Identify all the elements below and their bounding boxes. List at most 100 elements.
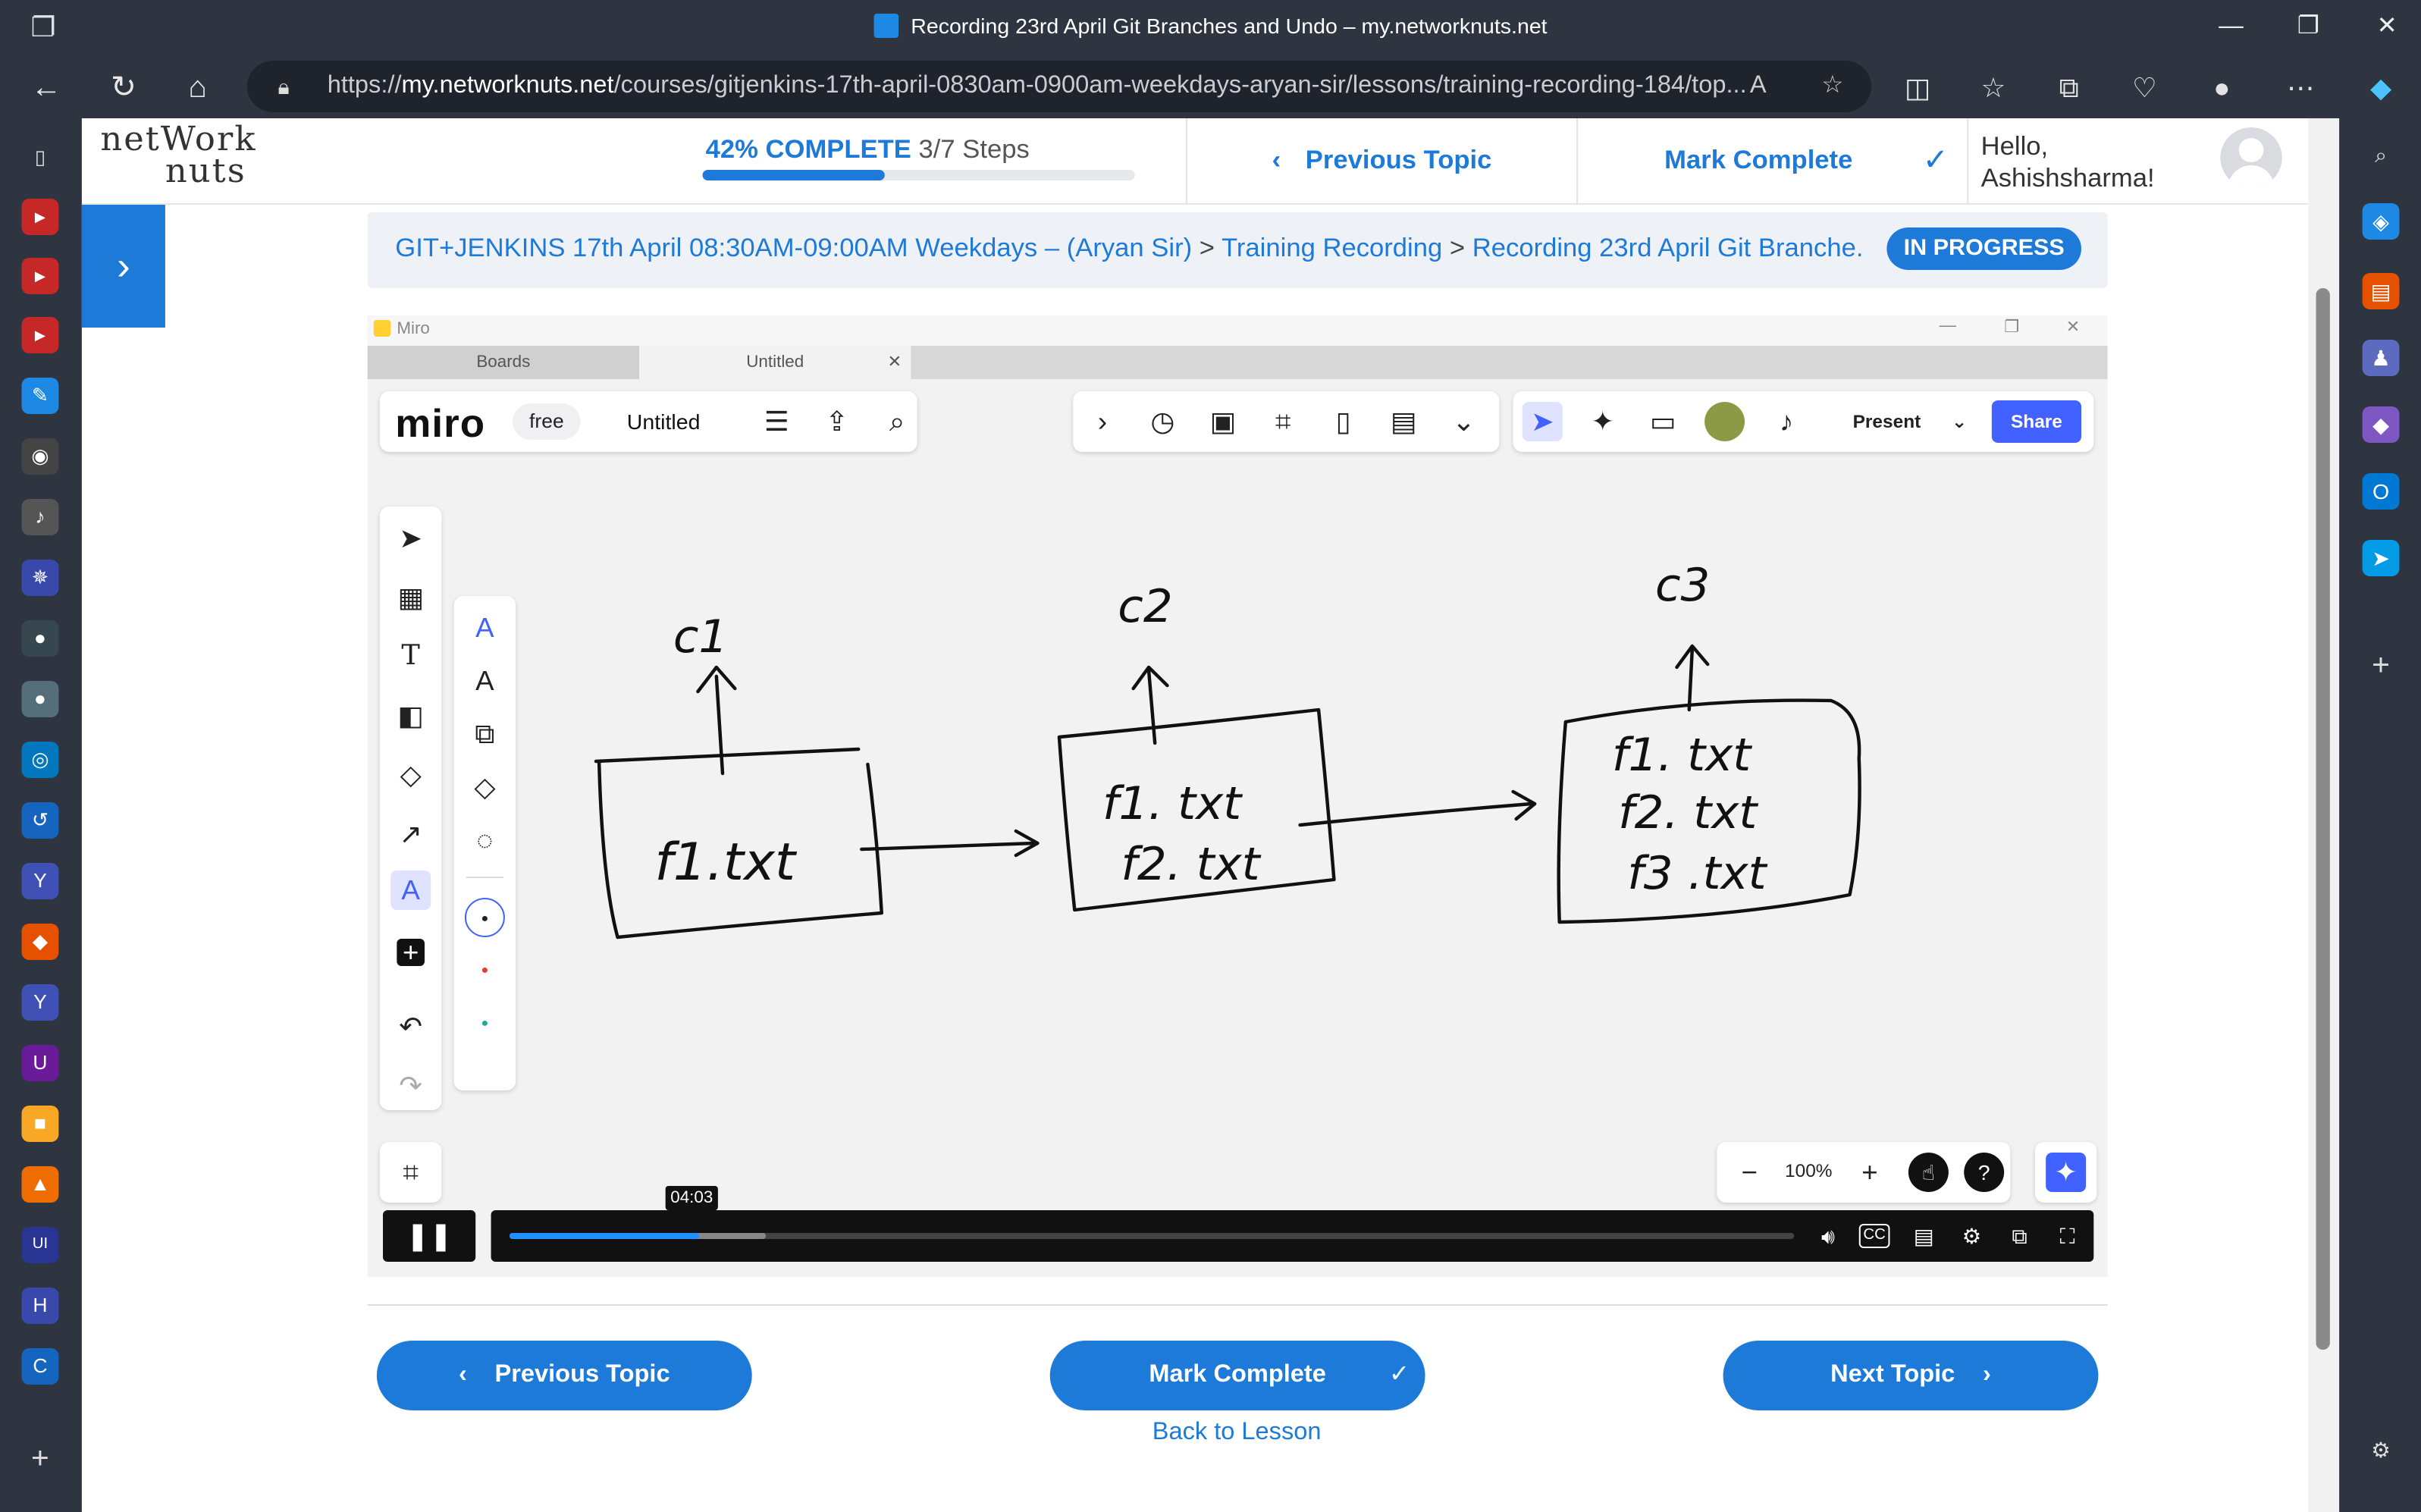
- breadcrumb-trail: GIT+JENKINS 17th April 08:30AM-09:00AM W…: [395, 234, 1862, 264]
- read-aloud-icon[interactable]: A: [1750, 61, 1767, 112]
- send-icon[interactable]: ➤: [2362, 540, 2400, 576]
- breadcrumb-lesson-link[interactable]: Training Recording: [1221, 234, 1442, 262]
- app-icon[interactable]: ●: [21, 620, 59, 657]
- home-icon[interactable]: ⌂: [176, 67, 219, 109]
- picture-in-picture-icon[interactable]: ⧉: [2002, 1219, 2037, 1253]
- seek-bar[interactable]: [509, 1233, 1795, 1239]
- header-divider: [1967, 118, 1969, 203]
- tabs-panel-icon[interactable]: ▯: [22, 140, 59, 176]
- pen-app-icon[interactable]: ✎: [21, 378, 59, 414]
- app-icon[interactable]: Y: [21, 984, 59, 1021]
- app-icon[interactable]: UI: [21, 1227, 59, 1263]
- progress-percent: 42% COMPLETE: [705, 135, 911, 164]
- app-icon[interactable]: ◎: [21, 742, 59, 778]
- minimize-icon[interactable]: —: [2208, 9, 2254, 45]
- pause-button[interactable]: ❚❚: [383, 1210, 476, 1262]
- copilot-app-icon[interactable]: ◆: [2362, 406, 2400, 443]
- app-icon[interactable]: ◆: [21, 924, 59, 960]
- app-icon[interactable]: H: [21, 1288, 59, 1324]
- collections-icon[interactable]: ⧉: [2047, 67, 2090, 109]
- header-previous-topic-button[interactable]: ‹ Previous Topic: [1187, 118, 1576, 203]
- avatar[interactable]: [2220, 127, 2282, 188]
- url-prefix: https://: [327, 73, 402, 99]
- breadcrumb-topic-link[interactable]: Recording 23rd April Git Branche...: [1472, 234, 1862, 262]
- github-icon[interactable]: ◉: [21, 438, 59, 475]
- box2-arrow-up: [1131, 665, 1169, 745]
- favorite-star-icon[interactable]: ☆: [1821, 61, 1843, 112]
- app-icon[interactable]: U: [21, 1045, 59, 1081]
- scrollbar-thumb[interactable]: [2316, 288, 2330, 1350]
- tools-icon[interactable]: ▤: [2362, 273, 2400, 309]
- app-icon[interactable]: ↺: [21, 802, 59, 839]
- sidebar-toggle-button[interactable]: ›: [81, 205, 165, 328]
- restore-icon[interactable]: ❐: [2285, 9, 2332, 45]
- mark-complete-button[interactable]: Mark Complete ✓: [1049, 1341, 1425, 1410]
- box2-file-2: f2. txt: [1121, 838, 1262, 890]
- back-icon[interactable]: ←: [25, 67, 68, 109]
- speaker-icon[interactable]: ♪: [21, 499, 59, 535]
- box1-file-1: f1.txt: [654, 833, 798, 892]
- chevron-right-icon: ›: [1982, 1362, 1991, 1388]
- games-icon[interactable]: ♟: [2362, 340, 2400, 376]
- split-screen-icon[interactable]: ◫: [1896, 67, 1940, 109]
- miro-tab-untitled: Untitled ✕: [639, 346, 911, 379]
- progress-bar: [702, 170, 1135, 180]
- shopping-icon[interactable]: ◈: [2362, 203, 2400, 240]
- next-topic-button[interactable]: Next Topic ›: [1723, 1341, 2099, 1410]
- add-icon[interactable]: +: [22, 1441, 59, 1477]
- more-menu-icon[interactable]: ⋯: [2279, 67, 2322, 109]
- address-bar-row: ← ↻ ⌂ 🔒︎ https://my.networknuts.net/cour…: [0, 55, 2421, 118]
- previous-topic-label: Previous Topic: [494, 1362, 670, 1388]
- window-title-wrap: Recording 23rd April Git Branches and Un…: [0, 14, 2421, 38]
- chevron-left-icon: ‹: [1272, 146, 1281, 174]
- header-mark-complete-button[interactable]: Mark Complete ✓: [1578, 118, 1967, 203]
- captions-icon[interactable]: CC: [1858, 1224, 1890, 1248]
- lesson-video-player[interactable]: Miro — ❐ ✕ Boards Untitled ✕ miro free Un…: [367, 315, 2108, 1277]
- transcript-icon[interactable]: ▤: [1907, 1219, 1941, 1253]
- next-topic-label: Next Topic: [1830, 1362, 1955, 1388]
- copilot-icon[interactable]: ◆: [2360, 67, 2403, 109]
- window-titlebar: ❐ Recording 23rd April Git Branches and …: [0, 0, 2421, 55]
- url-input[interactable]: 🔒︎ https://my.networknuts.net/courses/gi…: [246, 61, 1872, 112]
- favorites-icon[interactable]: ☆: [1971, 67, 2015, 109]
- back-to-lesson-link[interactable]: Back to Lesson: [1082, 1419, 1391, 1447]
- browser-essentials-icon[interactable]: ♡: [2123, 67, 2166, 109]
- miro-window-title: Miro: [397, 320, 430, 338]
- progress-bar-fill: [702, 170, 885, 180]
- close-window-icon[interactable]: ✕: [2364, 9, 2410, 45]
- breadcrumb-course-link[interactable]: GIT+JENKINS 17th April 08:30AM-09:00AM W…: [395, 234, 1192, 262]
- previous-topic-button[interactable]: ‹ Previous Topic: [376, 1341, 752, 1410]
- app-icon[interactable]: ■: [21, 1106, 59, 1142]
- box3-file-1: f1. txt: [1612, 729, 1753, 781]
- youtube-icon[interactable]: ▶: [21, 258, 59, 294]
- seek-bar-played: [509, 1233, 700, 1239]
- refresh-icon[interactable]: ↻: [102, 67, 145, 109]
- header-previous-topic-label: Previous Topic: [1305, 146, 1492, 174]
- right-sidebar: ⌕ ◈ ▤ ♟ ◆ O ➤ + ⚙: [2339, 118, 2421, 1512]
- kubernetes-icon[interactable]: ✵: [21, 560, 59, 596]
- youtube-icon[interactable]: ▶: [21, 199, 59, 235]
- settings-icon[interactable]: ⚙: [2363, 1432, 2400, 1468]
- page-scrollbar[interactable]: [2308, 118, 2340, 1512]
- lock-icon[interactable]: 🔒︎: [278, 61, 290, 112]
- arrow-box1-box2: [860, 829, 1040, 858]
- volume-icon[interactable]: 🔊︎: [1811, 1219, 1846, 1253]
- site-logo[interactable]: netWork nuts: [100, 124, 270, 194]
- app-icon[interactable]: C: [21, 1348, 59, 1385]
- settings-gear-icon[interactable]: ⚙: [1955, 1219, 1989, 1253]
- search-icon[interactable]: ⌕: [2363, 136, 2400, 173]
- profile-icon[interactable]: ●: [2200, 67, 2244, 109]
- left-sidebar: ▯ ▶ ▶ ▶ ✎ ◉ ♪ ✵ ● ● ◎ ↺ Y ◆ Y U ■ ▲ UI H…: [0, 118, 82, 1512]
- youtube-icon[interactable]: ▶: [21, 317, 59, 353]
- box3-arrow-up: [1675, 644, 1710, 712]
- arrow-box2-box3: [1298, 789, 1537, 827]
- add-icon[interactable]: +: [2363, 648, 2400, 684]
- pause-icon: ❚❚: [406, 1221, 453, 1251]
- app-icon[interactable]: ●: [21, 681, 59, 717]
- app-icon[interactable]: ▲: [21, 1166, 59, 1203]
- outlook-icon[interactable]: O: [2362, 473, 2400, 510]
- app-icon[interactable]: Y: [21, 863, 59, 899]
- url-host: my.networknuts.net: [401, 73, 614, 99]
- fullscreen-icon[interactable]: ⛶: [2050, 1219, 2084, 1253]
- commit-label-c2: c2: [1118, 580, 1172, 632]
